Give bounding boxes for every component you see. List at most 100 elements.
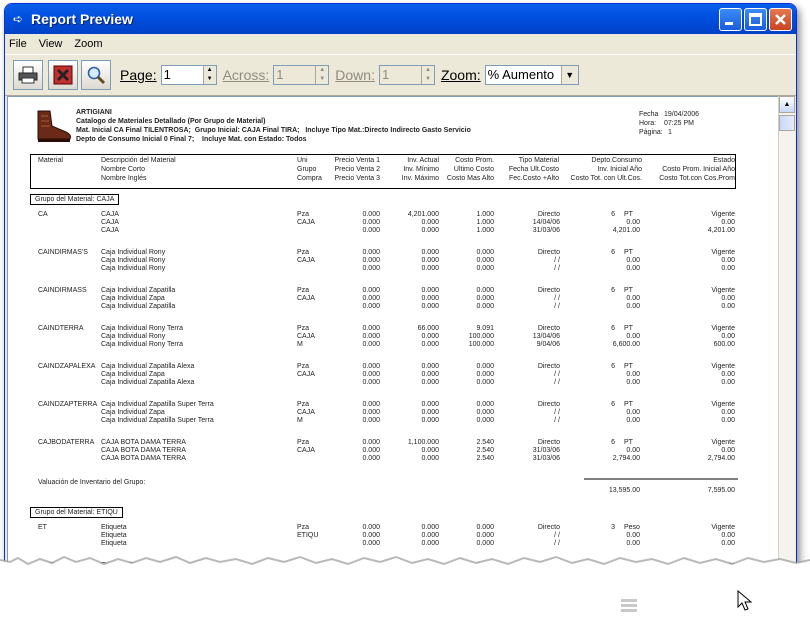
- estado-value: Vigente: [711, 439, 735, 446]
- report-content: ARTIGIANI Catalogo de Materiales Detalla…: [8, 97, 778, 575]
- resize-grip-icon: [621, 599, 637, 612]
- unit-group: CAJA: [297, 257, 315, 264]
- inv-inicial-value: 0.00: [626, 532, 640, 539]
- costo-total-value: 0.00: [626, 265, 640, 272]
- across-spinner[interactable]: 1 ▲ ▼: [273, 65, 330, 85]
- page-up-icon[interactable]: ▲: [203, 66, 216, 75]
- type-date: Directo: [537, 363, 560, 370]
- price-value: 0.000: [362, 257, 380, 264]
- cost-value: 0.000: [476, 371, 494, 378]
- type-date: Directo: [537, 287, 560, 294]
- inventory-value: 0.000: [421, 409, 439, 416]
- price-value: 0.000: [362, 447, 380, 454]
- depto-code: PT: [624, 325, 633, 332]
- inventory-value: 4,201.000: [407, 211, 439, 218]
- down-spinner[interactable]: 1 ▲ ▼: [378, 65, 435, 85]
- report-filter-2: Depto de Consumo Inicial 0 Final 7; Incl…: [76, 136, 307, 143]
- down-up-icon[interactable]: ▲: [421, 66, 434, 75]
- menu-zoom[interactable]: Zoom: [74, 38, 102, 50]
- page-value[interactable]: 1: [162, 66, 203, 84]
- title-bar[interactable]: ➪ Report Preview: [5, 4, 796, 34]
- estado-value: 600.00: [713, 341, 735, 348]
- depto-code: PT: [624, 211, 633, 218]
- boot-logo-icon: [37, 110, 71, 142]
- group-header-etiqu: Grupo del Material: ETIQU: [30, 507, 123, 518]
- chevron-down-icon[interactable]: ▼: [560, 66, 578, 84]
- estado-value: 0.00: [721, 532, 735, 539]
- material-description: Etiqueta: [101, 532, 127, 539]
- material-code: CAINDIRMAS'S: [38, 249, 88, 256]
- type-date: Directo: [537, 325, 560, 332]
- down-value[interactable]: 1: [380, 66, 421, 84]
- estado-value: 0.00: [721, 333, 735, 340]
- inv-inicial-value: 0.00: [626, 257, 640, 264]
- app-icon: ➪: [12, 12, 24, 26]
- inventory-value: 0.000: [421, 524, 439, 531]
- maximize-button[interactable]: [744, 8, 767, 31]
- column-header: Costo Prom. Inicial Año: [662, 166, 735, 173]
- valuacion-label: Valuación de Inventario del Grupo:: [38, 479, 146, 486]
- type-date: 13/04/06: [532, 333, 560, 340]
- inventory-value: 0.000: [421, 265, 439, 272]
- cost-value: 100.000: [468, 341, 494, 348]
- page-spinner[interactable]: 1 ▲ ▼: [160, 65, 217, 85]
- close-button[interactable]: [769, 8, 792, 31]
- cost-value: 0.000: [476, 524, 494, 531]
- depto-number: 6: [611, 211, 615, 218]
- column-header: Costo Mas Alto: [446, 175, 494, 182]
- depto-code: PT: [624, 439, 633, 446]
- material-description: Caja Individual Zapatilla: [101, 287, 176, 294]
- depto-number: 6: [611, 439, 615, 446]
- material-description: Caja Individual Zapa: [101, 371, 165, 378]
- menu-file[interactable]: File: [9, 38, 27, 50]
- inventory-value: 0.000: [421, 401, 439, 408]
- across-value[interactable]: 1: [274, 66, 315, 84]
- inventory-value: 0.000: [421, 227, 439, 234]
- inv-inicial-value: 0.00: [626, 447, 640, 454]
- minimize-button[interactable]: [719, 8, 742, 31]
- zoom-value[interactable]: % Aumento: [486, 66, 561, 84]
- zoom-button[interactable]: [81, 60, 111, 90]
- price-value: 0.000: [362, 409, 380, 416]
- estado-value: 2,794.00: [707, 455, 735, 462]
- material-description: CAJA: [101, 211, 119, 218]
- material-description: Caja Individual Rony: [101, 257, 166, 264]
- column-header: Precio Venta 2: [334, 166, 380, 173]
- cost-value: 2.540: [476, 447, 494, 454]
- inventory-value: 0.000: [421, 249, 439, 256]
- down-down-icon[interactable]: ▼: [421, 75, 434, 84]
- across-up-icon[interactable]: ▲: [316, 66, 329, 75]
- costo-total-value: 4,201.00: [612, 227, 640, 234]
- unit-group: ETIQU: [297, 532, 319, 539]
- estado-value: 0.00: [721, 257, 735, 264]
- close-preview-button[interactable]: [48, 60, 78, 90]
- unit-group: CAJA: [297, 371, 315, 378]
- cost-value: 0.000: [476, 303, 494, 310]
- price-value: 0.000: [362, 287, 380, 294]
- depto-code: Peso: [624, 524, 640, 531]
- estado-value: Vigente: [711, 363, 735, 370]
- inventory-value: 0.000: [421, 295, 439, 302]
- unit-group: CAJA: [297, 295, 315, 302]
- depto-code: PT: [624, 401, 633, 408]
- column-header: Inv. Máximo: [401, 175, 439, 182]
- down-label: Down:: [335, 67, 375, 83]
- scroll-thumb[interactable]: [779, 115, 795, 131]
- menu-view[interactable]: View: [39, 38, 63, 50]
- print-button[interactable]: [13, 60, 43, 90]
- across-down-icon[interactable]: ▼: [316, 75, 329, 84]
- price-value: 0.000: [362, 371, 380, 378]
- estado-value: Vigente: [711, 524, 735, 531]
- column-header: Inv. Actual: [407, 157, 439, 164]
- cost-value: 0.000: [476, 249, 494, 256]
- scroll-up-icon[interactable]: ▲: [779, 96, 795, 113]
- material-description: Caja Individual Zapatilla Alexa: [101, 379, 195, 386]
- price-value: 0.000: [362, 363, 380, 370]
- depto-number: 6: [611, 249, 615, 256]
- costo-total-value: 2,794.00: [612, 455, 640, 462]
- torn-edge-decoration: [0, 555, 810, 631]
- vertical-scrollbar[interactable]: ▲: [778, 96, 795, 574]
- zoom-select[interactable]: % Aumento ▼: [484, 65, 579, 85]
- page-down-icon[interactable]: ▼: [203, 75, 216, 84]
- material-code: CAINDZAPTERRA: [38, 401, 98, 408]
